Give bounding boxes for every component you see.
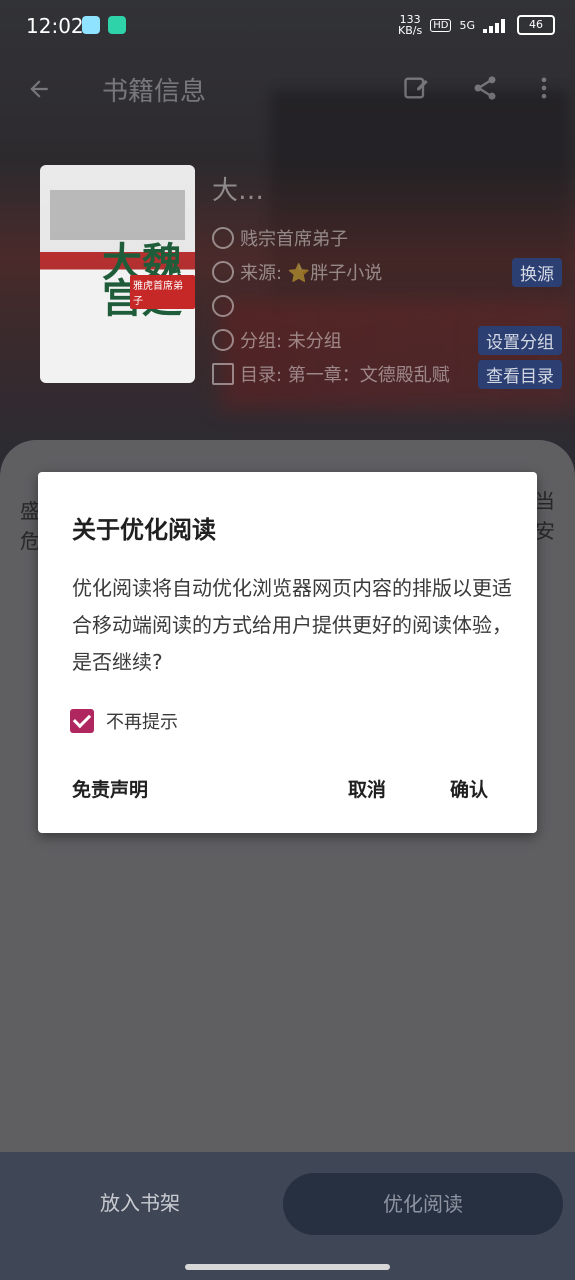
- checkbox-checked-icon[interactable]: [70, 709, 94, 733]
- status-time: 12:02: [26, 14, 84, 38]
- dialog-title: 关于优化阅读: [72, 516, 216, 544]
- status-app-icons: [82, 16, 126, 34]
- optimize-dialog: 关于优化阅读 优化阅读将自动优化浏览器网页内容的排版以更适合移动端阅读的方式给用…: [38, 472, 537, 833]
- book-title: 大…: [212, 176, 265, 206]
- group-text: 分组: 未分组: [240, 331, 342, 352]
- cover-badge: 雅虎首席弟子: [130, 275, 195, 309]
- view-toc-button[interactable]: 查看目录: [478, 359, 562, 389]
- bottom-action-bar: 放入书架 优化阅读: [0, 1152, 575, 1280]
- back-arrow-icon[interactable]: [26, 76, 52, 102]
- book-info: 大… 贱宗首席弟子 来源: ⭐胖子小说 换源 分组: 未分组 设置分组 目录: …: [212, 170, 562, 391]
- status-bar: 12:02 133 KB/s HD 5G 46: [0, 0, 575, 54]
- author-row: 贱宗首席弟子: [212, 221, 562, 255]
- book-cover: 大魏宫廷 雅虎首席弟子: [40, 165, 195, 383]
- confirm-button[interactable]: 确认: [450, 775, 488, 802]
- change-source-button[interactable]: 换源: [512, 257, 562, 287]
- cover-title: 大魏宫廷: [102, 240, 182, 322]
- status-right-icons: 133 KB/s HD 5G 46: [398, 14, 555, 36]
- network-speed: 133 KB/s: [398, 13, 423, 37]
- globe-icon: [212, 261, 234, 283]
- group-icon: [212, 329, 234, 351]
- folder-icon: [212, 363, 234, 385]
- intro-text-left: 盛危: [20, 499, 40, 553]
- dialog-message: 优化阅读将自动优化浏览器网页内容的排版以更适合移动端阅读的方式给用户提供更好的阅…: [72, 576, 512, 674]
- app-bar: 书籍信息: [0, 58, 575, 118]
- author-icon: [212, 227, 234, 249]
- battery-icon: 46: [517, 15, 555, 35]
- optimize-reading-button[interactable]: 优化阅读: [283, 1173, 563, 1235]
- edit-icon[interactable]: [402, 74, 430, 102]
- cancel-button[interactable]: 取消: [348, 775, 386, 802]
- compass-row: [212, 289, 562, 323]
- home-indicator[interactable]: [185, 1264, 390, 1270]
- author-text: 贱宗首席弟子: [240, 229, 348, 250]
- toc-row: 目录: 第一章：文德殿乱赋 查看目录: [212, 357, 562, 391]
- compass-icon: [212, 295, 234, 317]
- add-to-shelf-button[interactable]: 放入书架: [40, 1187, 240, 1217]
- cover-art: [50, 190, 185, 240]
- intro-text-right: 当安: [535, 489, 555, 543]
- toc-text: 目录: 第一章：文德殿乱赋: [240, 365, 450, 386]
- page-title: 书籍信息: [102, 77, 207, 107]
- hd-icon: HD: [430, 18, 452, 32]
- signal-icon: [483, 17, 509, 33]
- more-vert-icon[interactable]: [530, 74, 558, 102]
- app-notification-icon: [82, 16, 100, 34]
- network-type: 5G: [459, 18, 475, 32]
- disclaimer-button[interactable]: 免责声明: [72, 775, 148, 802]
- group-row: 分组: 未分组 设置分组: [212, 323, 562, 357]
- app-notification-icon: [108, 16, 126, 34]
- source-text: 来源: ⭐胖子小说: [240, 263, 383, 284]
- checkbox-label: 不再提示: [106, 712, 178, 733]
- set-group-button[interactable]: 设置分组: [478, 325, 562, 355]
- dont-show-again-checkbox[interactable]: 不再提示: [70, 708, 178, 734]
- source-row: 来源: ⭐胖子小说 换源: [212, 255, 562, 289]
- share-icon[interactable]: [471, 74, 499, 102]
